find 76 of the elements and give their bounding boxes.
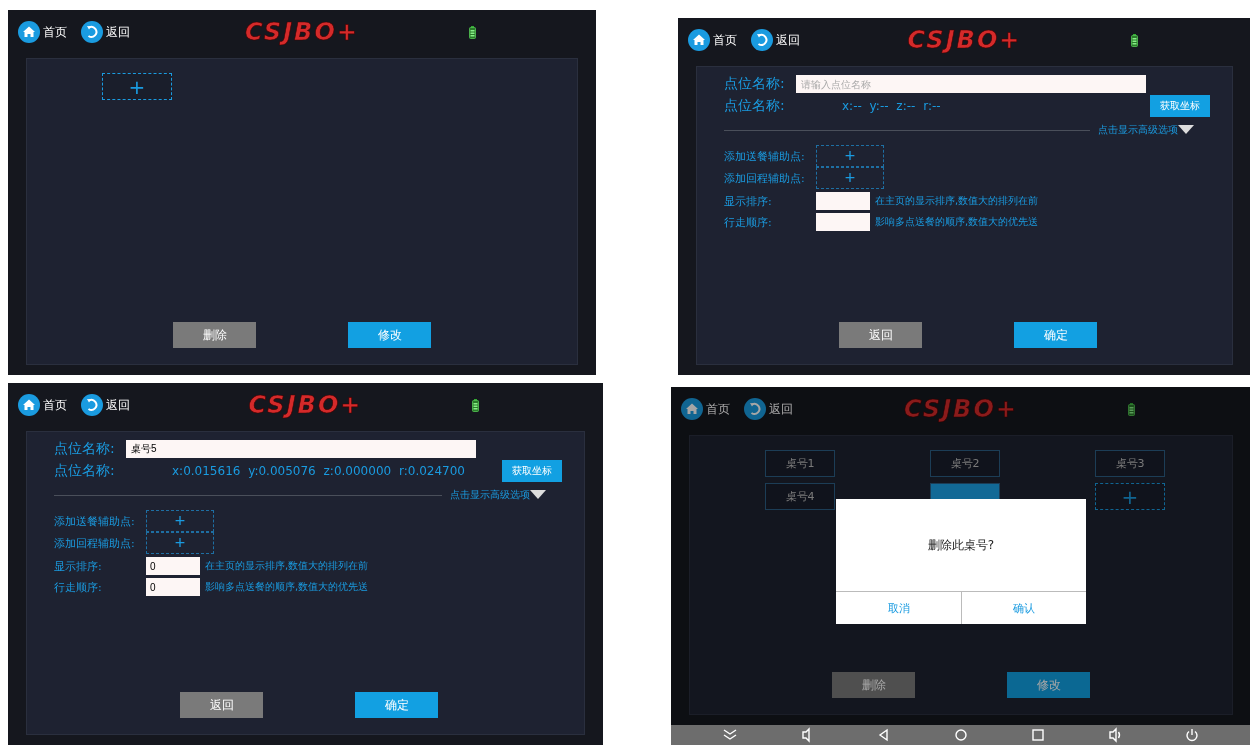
hint-text: 在主页的显示排序,数值大的排列在前: [205, 559, 369, 573]
name-field[interactable]: 桌号5: [126, 440, 476, 458]
order-field[interactable]: 0: [146, 578, 200, 596]
home-button[interactable]: 首页: [688, 29, 737, 51]
logo: CSJBO+: [248, 391, 363, 419]
field-label: 添加回程辅助点:: [724, 170, 806, 186]
add-point-button[interactable]: +: [816, 145, 884, 167]
field-label: 添加回程辅助点:: [54, 535, 136, 551]
hint-text: 影响多点送餐的顺序,数值大的优先送: [205, 580, 369, 594]
back-icon: [744, 398, 766, 420]
dropdown-triangle-icon: [1178, 125, 1194, 135]
back-button[interactable]: 返回: [81, 394, 130, 416]
field-label: 行走顺序:: [54, 579, 103, 595]
back-button[interactable]: 返回: [81, 21, 130, 43]
hint-text: 在主页的显示排序,数值大的排列在前: [875, 194, 1039, 208]
logo: CSJBO+: [245, 18, 359, 46]
field-label: 点位名称:: [54, 440, 116, 458]
add-point-button[interactable]: +: [146, 532, 214, 554]
name-field[interactable]: 请输入点位名称: [796, 75, 1146, 93]
field-label: 点位名称:: [54, 462, 116, 480]
secondary-button[interactable]: 删除: [173, 322, 256, 348]
battery-icon: [472, 398, 480, 412]
field-label: 添加送餐辅助点:: [724, 148, 806, 164]
power-icon[interactable]: [1184, 727, 1201, 743]
add-point-button[interactable]: +: [146, 510, 214, 532]
confirm-button[interactable]: 修改: [1007, 672, 1090, 698]
logo: CSJBO+: [907, 26, 1022, 54]
secondary-button[interactable]: 返回: [839, 322, 922, 348]
table-tile[interactable]: 桌号3: [1095, 450, 1165, 477]
coordinates-text: x:0.015616 y:0.005076 z:0.000000 r:0.024700: [172, 464, 465, 478]
table-tile[interactable]: 桌号1: [765, 450, 835, 477]
recent-apps-icon[interactable]: [1030, 727, 1047, 743]
confirm-button[interactable]: 确定: [1014, 322, 1097, 348]
logo: CSJBO+: [904, 395, 1018, 423]
get-coordinates-button[interactable]: 获取坐标: [1150, 95, 1210, 117]
field-label: 点位名称:: [724, 75, 786, 93]
confirm-button[interactable]: 修改: [348, 322, 431, 348]
field-label: 点位名称:: [724, 97, 786, 115]
order-field[interactable]: [816, 213, 870, 231]
add-tile[interactable]: +: [102, 73, 172, 100]
home-button[interactable]: 首页: [681, 398, 730, 420]
field-label: 添加送餐辅助点:: [54, 513, 136, 529]
advanced-options-link[interactable]: 点击显示高级选项: [1098, 123, 1194, 137]
order-field[interactable]: 0: [146, 557, 200, 575]
advanced-options-link[interactable]: 点击显示高级选项: [450, 488, 546, 502]
home-icon[interactable]: [953, 727, 969, 743]
home-icon: [681, 398, 703, 420]
home-button[interactable]: 首页: [18, 394, 67, 416]
table-tile[interactable]: 桌号4: [765, 483, 835, 510]
back-button[interactable]: 返回: [751, 29, 800, 51]
add-point-button[interactable]: +: [816, 167, 884, 189]
field-label: 显示排序:: [54, 558, 103, 574]
field-label: 显示排序:: [724, 193, 773, 209]
secondary-button[interactable]: 删除: [832, 672, 915, 698]
home-icon: [688, 29, 710, 51]
get-coordinates-button[interactable]: 获取坐标: [502, 460, 562, 482]
order-field[interactable]: [816, 192, 870, 210]
back-icon: [81, 21, 103, 43]
table-tile[interactable]: 桌号2: [930, 450, 1000, 477]
back-button[interactable]: 返回: [744, 398, 793, 420]
battery-icon: [468, 25, 476, 39]
battery-icon: [1127, 402, 1135, 416]
secondary-button[interactable]: 返回: [180, 692, 263, 718]
home-button[interactable]: 首页: [18, 21, 67, 43]
dropdown-triangle-icon: [530, 490, 546, 500]
chevrons-down-icon[interactable]: [721, 727, 738, 743]
battery-icon: [1131, 33, 1139, 47]
home-icon: [18, 21, 40, 43]
confirm-button[interactable]: 确定: [355, 692, 438, 718]
home-icon: [18, 394, 40, 416]
back-icon: [751, 29, 773, 51]
add-tile[interactable]: +: [1095, 483, 1165, 510]
field-label: 行走顺序:: [724, 214, 773, 230]
back-icon: [81, 394, 103, 416]
coordinates-text: x:-- y:-- z:-- r:--: [842, 99, 941, 113]
hint-text: 影响多点送餐的顺序,数值大的优先送: [875, 215, 1039, 229]
